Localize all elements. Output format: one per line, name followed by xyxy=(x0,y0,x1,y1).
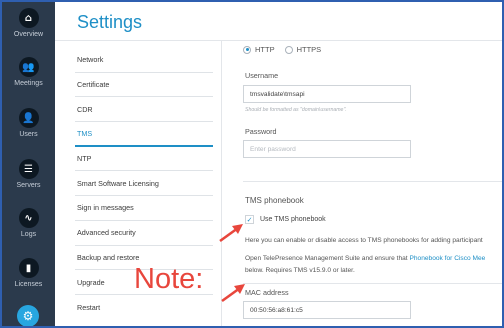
phonebook-checkbox[interactable]: ✓ xyxy=(245,215,254,224)
phonebook-description: Here you can enable or disable access to… xyxy=(245,237,483,244)
menu-item-certificate[interactable]: Certificate xyxy=(75,73,213,98)
people-icon: 👥 xyxy=(18,57,39,77)
menu-item-advanced-security[interactable]: Advanced security xyxy=(75,221,213,246)
menu-item-cdr[interactable]: CDR xyxy=(75,97,213,123)
nav-label-licenses: Licenses xyxy=(14,281,43,288)
http-radio-label: HTTP xyxy=(255,45,275,54)
user-icon: 👤 xyxy=(18,108,39,128)
password-input[interactable]: Enter password xyxy=(243,140,411,158)
app-window: ⌂ Overview 👥 Meetings 👤 Users ☰ Servers … xyxy=(0,0,504,328)
https-radio-label: HTTPS xyxy=(296,45,322,54)
menu-item-ntp[interactable]: NTP xyxy=(75,147,213,172)
menu-item-restart[interactable]: Restart xyxy=(75,295,213,320)
menu-item-tms[interactable]: TMS xyxy=(75,122,213,147)
pulse-icon: ∿ xyxy=(18,208,39,228)
instructions-text: Open TelePresence Management Suite and e… xyxy=(245,255,410,262)
protocol-radio-group: HTTP HTTPS xyxy=(243,45,321,54)
https-radio[interactable] xyxy=(284,45,293,54)
home-icon: ⌂ xyxy=(18,8,39,28)
nav-label-users: Users xyxy=(19,131,38,138)
annotation-arrow-down xyxy=(221,284,245,303)
mac-address-input[interactable]: 00:50:56:a8:61:c5 xyxy=(243,301,411,319)
note-annotation: Note: xyxy=(134,263,204,295)
settings-gear-icon[interactable]: ⚙ xyxy=(17,305,39,326)
username-input[interactable]: tmsvalidate\tmsapi xyxy=(243,85,411,103)
nav-rail: ⌂ Overview 👥 Meetings 👤 Users ☰ Servers … xyxy=(2,2,55,326)
nav-item-overview[interactable]: ⌂ Overview xyxy=(2,8,55,56)
nav-label-meetings: Meetings xyxy=(14,80,43,87)
phonebook-link[interactable]: Phonebook for Cisco Mee xyxy=(409,255,485,262)
server-icon: ☰ xyxy=(18,159,39,179)
nav-label-servers: Servers xyxy=(16,182,41,189)
menu-item-network[interactable]: Network xyxy=(75,48,213,73)
username-label: Username xyxy=(245,71,279,80)
nav-item-meetings[interactable]: 👥 Meetings xyxy=(2,57,55,105)
page-title: Settings xyxy=(77,12,143,32)
mac-divider xyxy=(243,283,502,284)
menu-item-smart-licensing[interactable]: Smart Software Licensing xyxy=(75,171,213,197)
nav-item-logs[interactable]: ∿ Logs xyxy=(2,208,55,256)
nav-label-logs: Logs xyxy=(20,231,37,238)
password-label: Password xyxy=(245,127,277,136)
annotation-arrow-up xyxy=(219,224,243,243)
page-header: Settings xyxy=(55,2,502,40)
username-hint: Should be formatted as "domain\username"… xyxy=(245,107,347,113)
phonebook-checkbox-row[interactable]: ✓ Use TMS phonebook xyxy=(245,215,326,224)
nav-item-licenses[interactable]: ▮ Licenses xyxy=(2,258,55,306)
menu-item-sign-in-messages[interactable]: Sign in messages xyxy=(75,196,213,221)
section-divider xyxy=(243,181,502,182)
tms-form: HTTP HTTPS Username tmsvalidate\tmsapi S… xyxy=(243,41,502,326)
mac-address-label: MAC address xyxy=(245,288,289,297)
nav-item-servers[interactable]: ☰ Servers xyxy=(2,159,55,207)
nav-item-users[interactable]: 👤 Users xyxy=(2,108,55,156)
phonebook-section-title: TMS phonebook xyxy=(245,196,304,205)
bar-chart-icon: ▮ xyxy=(18,258,39,278)
phonebook-checkbox-label: Use TMS phonebook xyxy=(260,216,326,223)
http-radio[interactable] xyxy=(243,45,251,54)
tms-version-note: below. Requires TMS v15.9.0 or later. xyxy=(245,267,355,274)
nav-label-overview: Overview xyxy=(13,31,44,38)
phonebook-instructions: Open TelePresence Management Suite and e… xyxy=(245,255,485,262)
